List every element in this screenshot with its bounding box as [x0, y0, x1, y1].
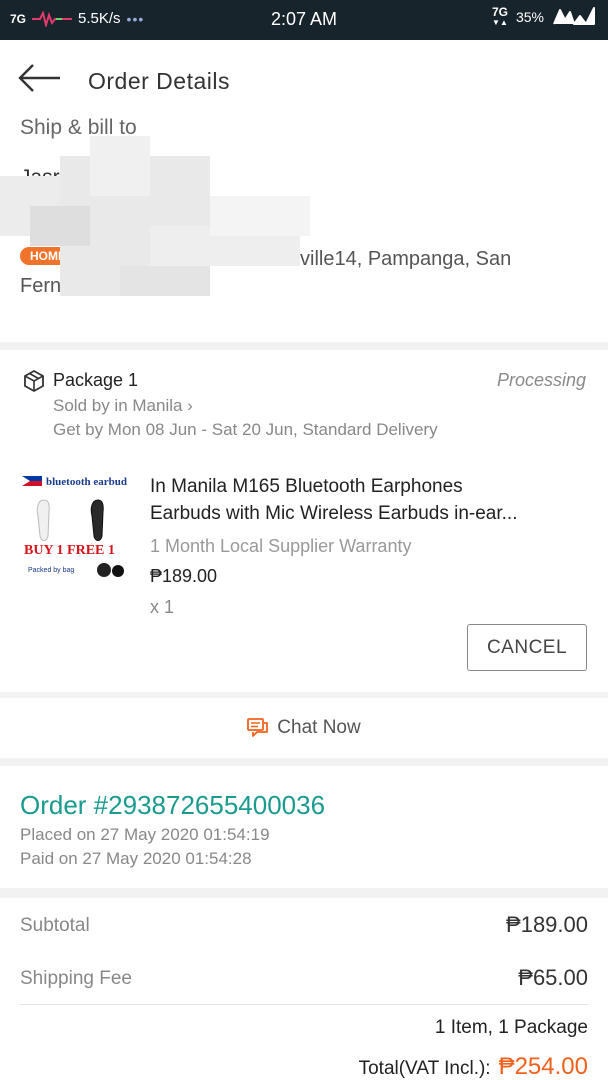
warranty-text: 1 Month Local Supplier Warranty	[150, 536, 412, 556]
chat-icon	[247, 718, 269, 737]
shipping-fee-label: Shipping Fee	[20, 968, 132, 989]
app-header: Order Details	[0, 40, 608, 116]
seller-link[interactable]: Sold by in Manila ›	[53, 396, 193, 416]
order-info-section: Order #293872655400036 Placed on 27 May …	[0, 766, 608, 888]
order-number: Order #293872655400036	[20, 790, 326, 820]
back-arrow-icon[interactable]	[16, 62, 62, 94]
privacy-blur	[90, 136, 150, 196]
summary-divider	[20, 1004, 588, 1005]
image-packed-text: Packed by bag	[28, 567, 74, 574]
chat-now-button[interactable]: Chat Now	[0, 698, 608, 758]
carrier-logo-icon	[553, 7, 595, 25]
product-title-line-1[interactable]: In Manila M165 Bluetooth Earphones	[150, 476, 463, 498]
address-line-1: ville14, Pampanga, San	[300, 248, 512, 270]
network-indicator-right: 7G ▼▲	[492, 6, 508, 28]
delivery-estimate: Get by Mon 08 Jun - Sat 20 Jun, Standard…	[53, 420, 438, 439]
privacy-blur	[120, 266, 210, 296]
privacy-blur	[30, 206, 90, 246]
total-label: Total(VAT Incl.):	[358, 1058, 491, 1079]
price-summary: Subtotal ₱189.00 Shipping Fee ₱65.00 1 I…	[0, 898, 608, 1080]
subtotal-label: Subtotal	[20, 915, 90, 936]
privacy-blur	[210, 196, 310, 236]
signal-arrows-icon: ▼▲	[492, 18, 508, 27]
page-title: Order Details	[88, 68, 230, 94]
order-paid-date: Paid on 27 May 2020 01:54:28	[20, 849, 252, 868]
network-type: 7G	[491, 5, 508, 19]
package-status: Processing	[496, 370, 586, 390]
image-brand-text: bluetooth earbud	[46, 476, 127, 488]
status-right: 7G ▼▲ 35%	[492, 6, 596, 28]
image-promo-text: BUY 1 FREE 1	[24, 543, 115, 558]
order-total: Total(VAT Incl.): ₱254.00	[359, 1053, 588, 1080]
product-price: ₱189.00	[150, 566, 218, 586]
package-name: Package 1	[53, 370, 139, 390]
package-card: Package 1 Processing Sold by in Manila ›…	[0, 350, 608, 692]
total-amount: ₱254.00	[498, 1053, 588, 1080]
battery-level: 35%	[515, 9, 544, 25]
product-image[interactable]: bluetooth earbud BUY 1 FREE 1 Packed by …	[20, 472, 134, 584]
product-quantity: x 1	[150, 597, 175, 617]
subtotal-value: ₱189.00	[506, 912, 588, 937]
chat-now-label: Chat Now	[277, 717, 361, 738]
item-count: 1 Item, 1 Package	[434, 1017, 588, 1038]
order-placed-date: Placed on 27 May 2020 01:54:19	[20, 825, 270, 844]
ph-flag-icon	[22, 476, 42, 486]
shipping-section: Ship & bill to Jasr HOME ville14, Pampan…	[0, 116, 608, 342]
shipping-fee-value: ₱65.00	[518, 965, 588, 990]
status-bar: 7G 5.5K/s ••• 2:07 AM 7G ▼▲ 35%	[0, 0, 608, 40]
product-title-line-2[interactable]: Earbuds with Mic Wireless Earbuds in-ear…	[150, 503, 517, 525]
package-box-icon	[24, 370, 44, 392]
cancel-button[interactable]: CANCEL	[467, 624, 587, 671]
